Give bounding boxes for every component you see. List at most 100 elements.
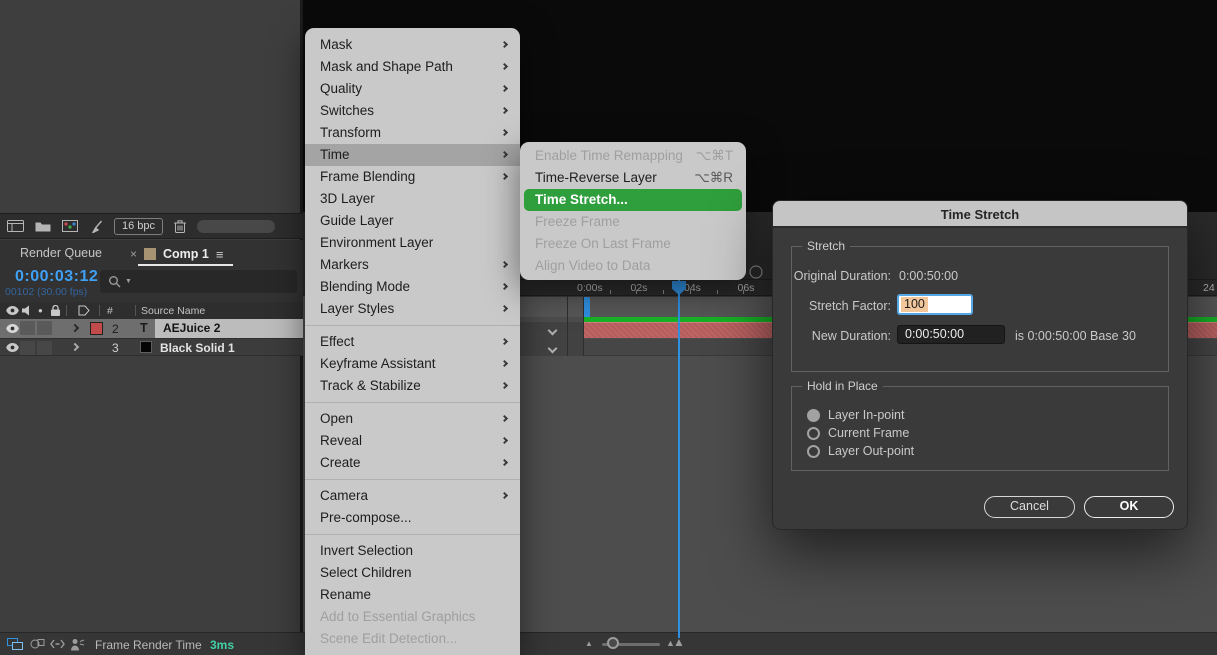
lower-toolbar: 16 bpc — [0, 213, 303, 239]
menu-item-keyframe-assistant[interactable]: Keyframe Assistant — [305, 353, 520, 375]
menu-item-track-stabilize[interactable]: Track & Stabilize — [305, 375, 520, 397]
menu-item-layer-styles[interactable]: Layer Styles — [305, 298, 520, 320]
menu-item-effect[interactable]: Effect — [305, 331, 520, 353]
menu-item-invert-selection[interactable]: Invert Selection — [305, 540, 520, 562]
trash-icon[interactable] — [174, 219, 187, 233]
tab-comp1[interactable]: × Comp 1 ≡ — [130, 244, 223, 264]
menu-item-open[interactable]: Open — [305, 408, 520, 430]
eye-icon[interactable] — [6, 306, 19, 315]
layer-search-input[interactable]: ▼ — [100, 270, 297, 293]
menu-item-pre-compose[interactable]: Pre-compose... — [305, 507, 520, 529]
menu-item-reveal[interactable]: Reveal — [305, 430, 520, 452]
radio-option-current-frame[interactable]: Current Frame — [807, 425, 909, 441]
menu-item-camera[interactable]: Camera — [305, 485, 520, 507]
column-source-name: Source Name — [141, 305, 206, 317]
menu-item-rename[interactable]: Rename — [305, 584, 520, 606]
zoom-slider-knob[interactable] — [607, 637, 619, 649]
layer-name[interactable]: Black Solid 1 — [160, 341, 235, 355]
eye-icon[interactable] — [6, 343, 19, 352]
menu-item-3d-layer[interactable]: 3D Layer — [305, 188, 520, 210]
video-toggle-cell[interactable] — [20, 341, 35, 355]
transform-arrows-icon[interactable] — [50, 638, 65, 650]
menu-item-label: Create — [320, 455, 361, 470]
submenu-item-align-video-to-data: Align Video to Data — [520, 255, 746, 277]
status-bar: Frame Render Time 3ms ▲ ▲ ▲ — [0, 632, 1217, 655]
menu-item-environment-layer[interactable]: Environment Layer — [305, 232, 520, 254]
menu-item-guide-layer[interactable]: Guide Layer — [305, 210, 520, 232]
current-timecode[interactable]: 0:00:03:12 — [15, 268, 98, 286]
radio-icon[interactable] — [807, 426, 820, 440]
menu-item-label: Camera — [320, 488, 369, 503]
submenu-item-time-reverse-layer[interactable]: Time-Reverse Layer ⌥⌘R — [520, 167, 746, 189]
composition-flowchart-icon[interactable] — [7, 638, 24, 651]
menu-item-time[interactable]: Time — [305, 144, 520, 166]
label-icon[interactable] — [78, 305, 90, 316]
cancel-button[interactable]: Cancel — [984, 496, 1075, 518]
solo-icon[interactable]: ● — [38, 306, 43, 315]
work-area-start-marker[interactable] — [583, 297, 590, 318]
ruler-tick-label: 02s — [630, 282, 648, 294]
radio-option-layer-in-point[interactable]: Layer In-point — [807, 407, 904, 423]
dialog-title[interactable]: Time Stretch — [773, 201, 1187, 228]
menu-item-mask-and-shape-path[interactable]: Mask and Shape Path — [305, 56, 520, 78]
solid-swatch — [140, 341, 152, 353]
ok-button[interactable]: OK — [1084, 496, 1174, 518]
menu-item-select-children[interactable]: Select Children — [305, 562, 520, 584]
label-color-swatch[interactable] — [90, 322, 103, 335]
video-toggle-cell[interactable] — [20, 321, 35, 335]
menu-item-frame-blending[interactable]: Frame Blending — [305, 166, 520, 188]
project-panel: 16 bpc Render Queue × Comp 1 ≡ 0:00:03:1… — [0, 0, 303, 655]
submenu-arrow-icon — [500, 128, 509, 137]
layer-name[interactable]: AEJuice 2 — [155, 319, 303, 338]
parent-dropdown-icon[interactable] — [547, 343, 558, 354]
hold-legend: Hold in Place — [802, 379, 883, 393]
submenu-item-label: Freeze On Last Frame — [535, 236, 671, 251]
audio-toggle-cell[interactable] — [37, 321, 52, 335]
shape-circle-icon[interactable] — [30, 638, 45, 650]
stretch-factor-input[interactable]: 100 — [897, 294, 973, 315]
radio-selected-icon[interactable] — [807, 408, 820, 422]
ruler-minor-tick — [716, 290, 718, 294]
eye-icon[interactable] — [6, 324, 19, 333]
color-workspace-icon[interactable] — [62, 220, 78, 232]
menu-item-label: Reveal — [320, 433, 363, 448]
submenu-arrow-icon — [500, 337, 509, 346]
submenu-arrow-icon — [500, 150, 509, 159]
parent-dropdown-icon[interactable] — [547, 325, 558, 336]
menu-item-markers[interactable]: Markers — [305, 254, 520, 276]
radio-option-layer-out-point[interactable]: Layer Out-point — [807, 443, 914, 459]
menu-item-quality[interactable]: Quality — [305, 78, 520, 100]
bpc-button[interactable]: 16 bpc — [114, 217, 164, 235]
expand-icon[interactable] — [70, 323, 80, 333]
panel-menu-icon[interactable]: ≡ — [216, 247, 224, 262]
speaker-person-icon[interactable] — [70, 638, 85, 651]
layer-row-blacksolid[interactable]: 3 Black Solid 1 — [0, 338, 303, 356]
submenu-arrow-icon — [500, 359, 509, 368]
close-icon[interactable]: × — [130, 247, 137, 261]
playhead-line[interactable] — [678, 280, 680, 638]
frame-counter: 00102 (30.00 fps) — [5, 286, 88, 298]
render-settings-icon[interactable] — [7, 220, 24, 232]
submenu-arrow-icon — [500, 62, 509, 71]
menu-item-create[interactable]: Create — [305, 452, 520, 474]
folder-icon[interactable] — [35, 220, 51, 232]
submenu-item-time-stretch[interactable]: Time Stretch... — [524, 189, 742, 211]
lock-icon[interactable] — [51, 305, 60, 316]
expand-icon[interactable] — [70, 342, 80, 352]
tab-render-queue[interactable]: Render Queue — [20, 246, 102, 260]
menu-item-transform[interactable]: Transform — [305, 122, 520, 144]
layer-row-aejuice[interactable]: 2 T AEJuice 2 — [0, 319, 303, 338]
new-duration-input[interactable]: 0:00:50:00 — [897, 325, 1005, 344]
menu-item-label: Layer Styles — [320, 301, 395, 316]
ruler-tick-label: 06s — [737, 282, 755, 294]
snapshot-icon[interactable] — [747, 264, 765, 280]
column-number: # — [107, 305, 113, 317]
radio-icon[interactable] — [807, 444, 820, 458]
audio-toggle-cell[interactable] — [37, 341, 52, 355]
brush-icon[interactable] — [89, 220, 103, 233]
menu-item-blending-mode[interactable]: Blending Mode — [305, 276, 520, 298]
zoom-out-icon[interactable]: ▲ — [585, 639, 593, 648]
menu-item-mask[interactable]: Mask — [305, 34, 520, 56]
audio-icon[interactable] — [22, 305, 33, 316]
menu-item-switches[interactable]: Switches — [305, 100, 520, 122]
